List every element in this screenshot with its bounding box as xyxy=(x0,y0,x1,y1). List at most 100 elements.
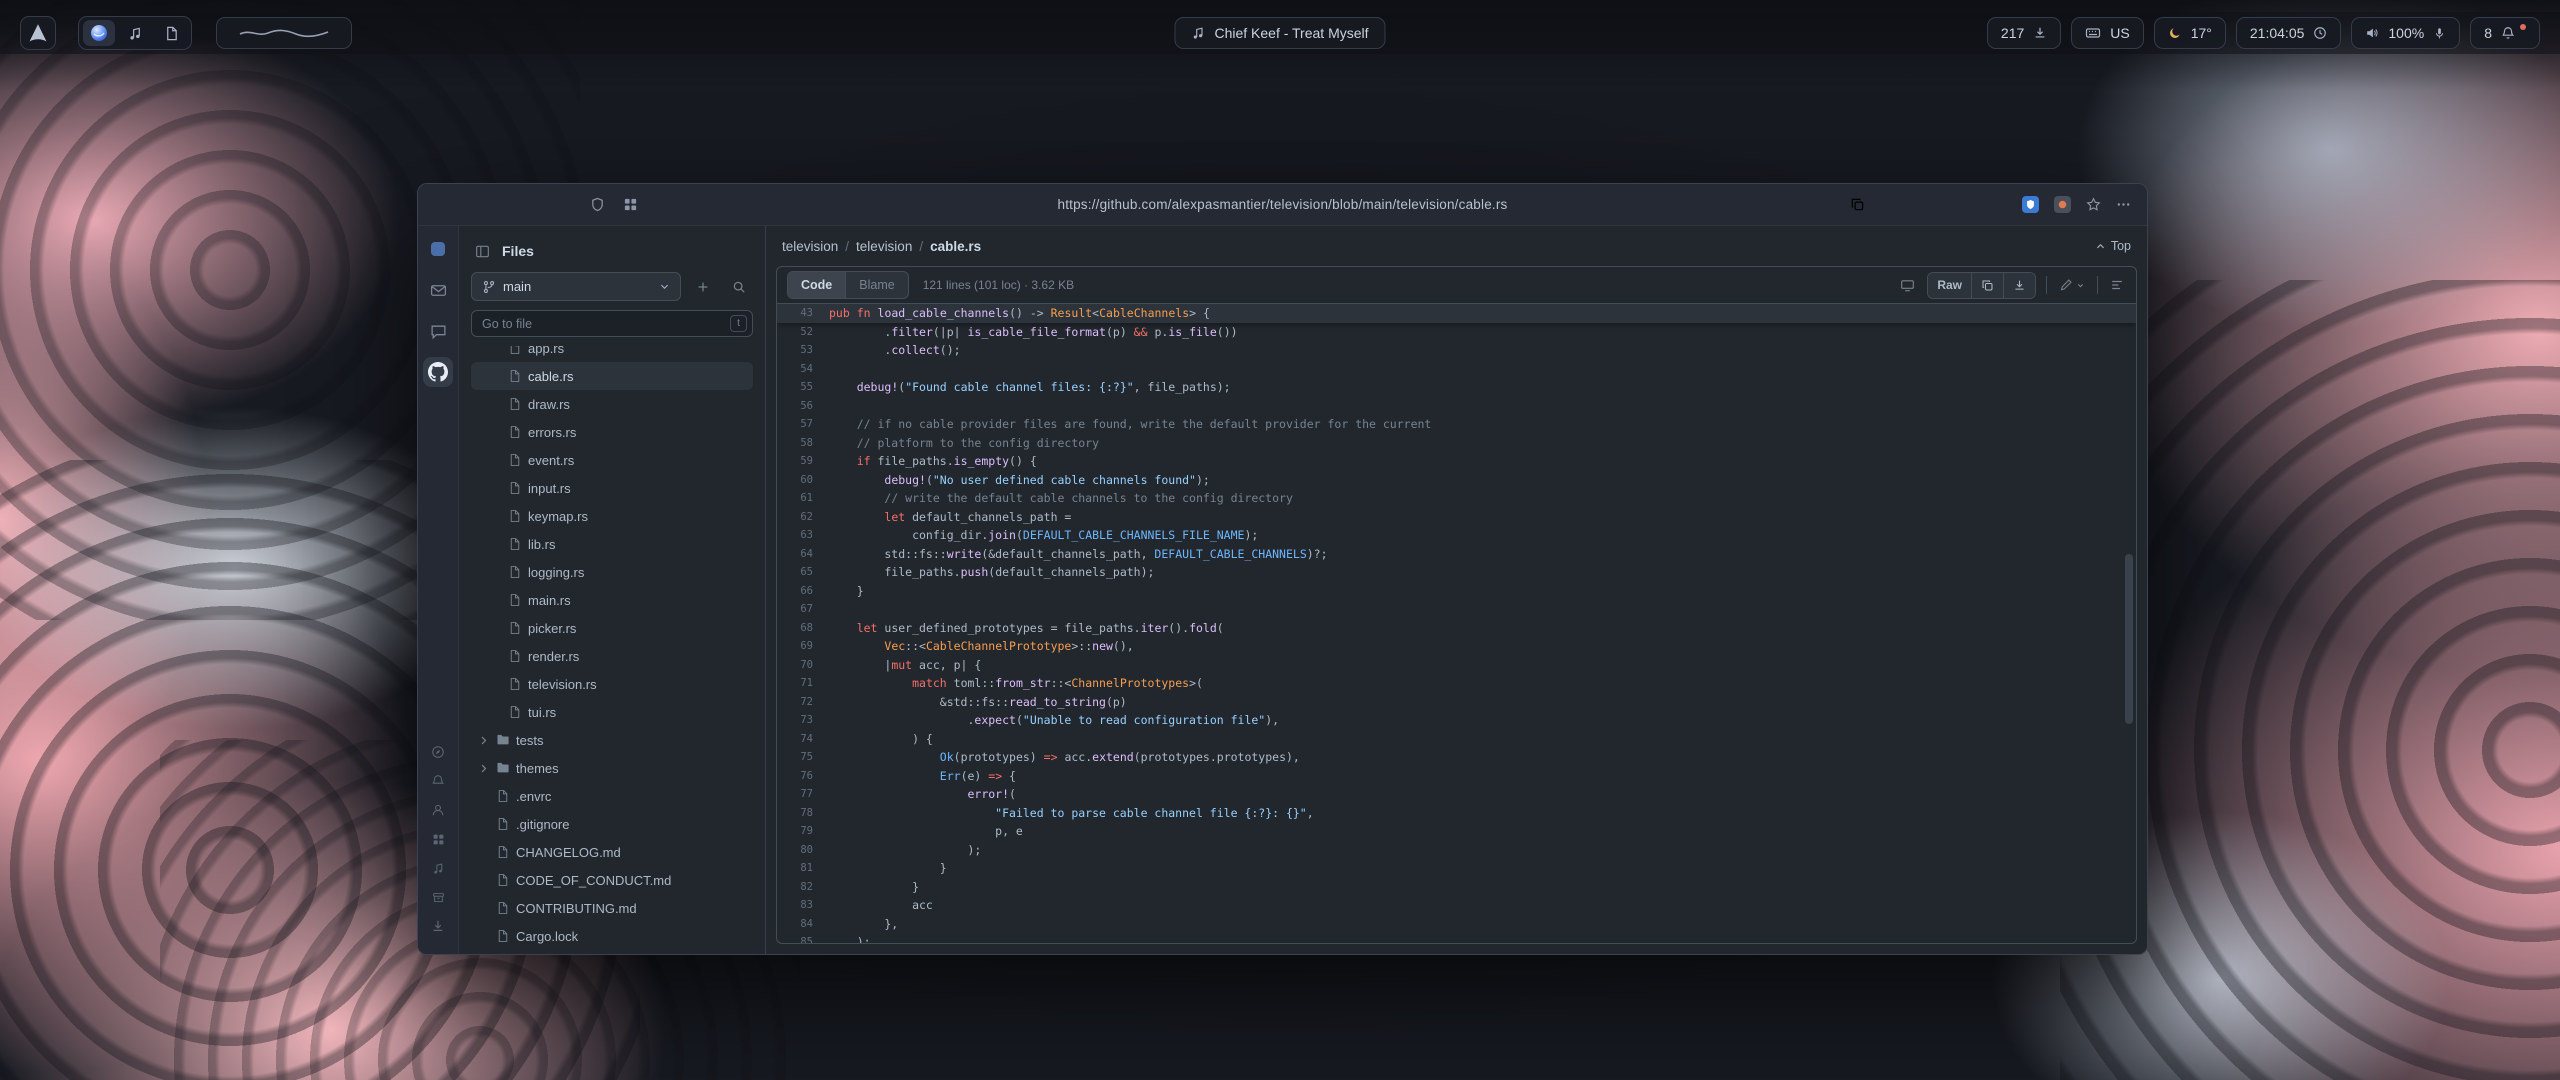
goto-file-input[interactable] xyxy=(471,310,753,337)
tree-item-Cargo.lock[interactable]: Cargo.lock xyxy=(471,922,753,950)
notes-button[interactable] xyxy=(155,20,187,46)
line-number[interactable]: 75 xyxy=(777,748,829,767)
sidebar-account[interactable] xyxy=(425,799,451,821)
weather-widget[interactable]: 17° xyxy=(2154,17,2226,49)
tree-item-lib.rs[interactable]: lib.rs xyxy=(471,530,753,558)
line-number[interactable]: 81 xyxy=(777,859,829,878)
breadcrumb-repo-link[interactable]: television xyxy=(782,239,838,254)
tree-item-main.rs[interactable]: main.rs xyxy=(471,586,753,614)
tree-item-.envrc[interactable]: .envrc xyxy=(471,782,753,810)
display-settings-button[interactable] xyxy=(1898,276,1917,295)
line-number[interactable]: 59 xyxy=(777,452,829,471)
url-bar[interactable]: https://github.com/alexpasmantier/televi… xyxy=(1057,197,1507,212)
line-number[interactable]: 63 xyxy=(777,526,829,545)
line-number[interactable]: 67 xyxy=(777,600,829,619)
extensions-button[interactable] xyxy=(623,197,638,212)
line-number[interactable]: 85 xyxy=(777,933,829,943)
line-number[interactable]: 64 xyxy=(777,545,829,564)
line-number[interactable]: 57 xyxy=(777,415,829,434)
tab-blame[interactable]: Blame xyxy=(845,272,907,298)
sidebar-archive[interactable] xyxy=(425,886,451,908)
line-number[interactable]: 60 xyxy=(777,471,829,490)
line-number[interactable]: 76 xyxy=(777,767,829,786)
media-widget[interactable]: Chief Keef - Treat Myself xyxy=(1174,17,1385,49)
tree-item-logging.rs[interactable]: logging.rs xyxy=(471,558,753,586)
line-number[interactable]: 72 xyxy=(777,693,829,712)
sidebar-apps[interactable] xyxy=(425,828,451,850)
tree-item-tui.rs[interactable]: tui.rs xyxy=(471,698,753,726)
edit-file-button[interactable] xyxy=(2057,276,2087,294)
notifications-widget[interactable]: 8 xyxy=(2470,17,2540,49)
sidebar-media[interactable] xyxy=(425,857,451,879)
bookmark-button[interactable] xyxy=(2086,197,2101,212)
tree-item-render.rs[interactable]: render.rs xyxy=(471,642,753,670)
line-number[interactable]: 61 xyxy=(777,489,829,508)
volume-widget[interactable]: 100% xyxy=(2351,17,2460,49)
line-number[interactable]: 58 xyxy=(777,434,829,453)
updates-widget[interactable]: 217 xyxy=(1987,17,2061,49)
tree-item-draw.rs[interactable]: draw.rs xyxy=(471,390,753,418)
tree-item-event.rs[interactable]: event.rs xyxy=(471,446,753,474)
download-file-button[interactable] xyxy=(2003,273,2035,298)
clock-widget[interactable]: 21:04:05 xyxy=(2236,17,2342,49)
scroll-to-top-link[interactable]: Top xyxy=(2095,239,2131,253)
branch-selector[interactable]: main xyxy=(471,272,681,301)
line-number[interactable]: 43 xyxy=(777,304,829,323)
line-number[interactable]: 74 xyxy=(777,730,829,749)
tree-item-themes[interactable]: themes xyxy=(471,754,753,782)
line-number[interactable]: 68 xyxy=(777,619,829,638)
tree-item-CHANGELOG.md[interactable]: CHANGELOG.md xyxy=(471,838,753,866)
tree-item-app.rs[interactable]: app.rs xyxy=(471,346,753,362)
tree-item-cable.rs[interactable]: cable.rs xyxy=(471,362,753,390)
collapse-sidebar-button[interactable] xyxy=(471,240,493,262)
window-title-widget[interactable] xyxy=(216,17,352,49)
shield-button[interactable] xyxy=(590,197,605,212)
symbols-panel-button[interactable] xyxy=(2108,276,2126,294)
line-number[interactable]: 53 xyxy=(777,341,829,360)
line-number[interactable]: 56 xyxy=(777,397,829,416)
launcher-button[interactable] xyxy=(20,16,56,50)
password-extension-button[interactable] xyxy=(2022,196,2039,213)
line-number[interactable]: 82 xyxy=(777,878,829,897)
tree-item-errors.rs[interactable]: errors.rs xyxy=(471,418,753,446)
line-number[interactable]: 78 xyxy=(777,804,829,823)
line-number[interactable]: 77 xyxy=(777,785,829,804)
line-number[interactable]: 71 xyxy=(777,674,829,693)
line-number[interactable]: 70 xyxy=(777,656,829,675)
tree-item-television.rs[interactable]: television.rs xyxy=(471,670,753,698)
breadcrumb-dir-link[interactable]: television xyxy=(856,239,912,254)
line-number[interactable]: 54 xyxy=(777,360,829,379)
search-tree-button[interactable] xyxy=(725,273,753,301)
line-number[interactable]: 83 xyxy=(777,896,829,915)
tab-github[interactable] xyxy=(423,357,453,387)
line-number[interactable]: 62 xyxy=(777,508,829,527)
pinned-tab-2[interactable] xyxy=(423,275,453,305)
new-file-button[interactable] xyxy=(689,273,717,301)
sidebar-compass[interactable] xyxy=(425,741,451,763)
tree-item-input.rs[interactable]: input.rs xyxy=(471,474,753,502)
adblock-extension-button[interactable] xyxy=(2054,196,2071,213)
sidebar-bell[interactable] xyxy=(425,770,451,792)
tree-item-picker.rs[interactable]: picker.rs xyxy=(471,614,753,642)
line-number[interactable]: 66 xyxy=(777,582,829,601)
browser-button[interactable] xyxy=(83,20,115,46)
tree-item-.gitignore[interactable]: .gitignore xyxy=(471,810,753,838)
line-number[interactable]: 65 xyxy=(777,563,829,582)
tree-item-CODE_OF_CONDUCT.md[interactable]: CODE_OF_CONDUCT.md xyxy=(471,866,753,894)
sidebar-downloads[interactable] xyxy=(425,915,451,937)
line-number[interactable]: 52 xyxy=(777,323,829,342)
copy-url-button[interactable] xyxy=(1850,197,1865,212)
copy-file-button[interactable] xyxy=(1971,273,2003,298)
keyboard-layout-widget[interactable]: US xyxy=(2071,17,2143,49)
line-number[interactable]: 55 xyxy=(777,378,829,397)
raw-button[interactable]: Raw xyxy=(1928,273,1971,298)
line-number[interactable]: 69 xyxy=(777,637,829,656)
code-view[interactable]: 43pub fn load_cable_channels() -> Result… xyxy=(777,304,2136,943)
tree-item-keymap.rs[interactable]: keymap.rs xyxy=(471,502,753,530)
menu-button[interactable] xyxy=(2116,197,2131,212)
line-number[interactable]: 80 xyxy=(777,841,829,860)
line-number[interactable]: 79 xyxy=(777,822,829,841)
tree-item-CONTRIBUTING.md[interactable]: CONTRIBUTING.md xyxy=(471,894,753,922)
pinned-tab-1[interactable] xyxy=(423,234,453,264)
pinned-tab-3[interactable] xyxy=(423,316,453,346)
